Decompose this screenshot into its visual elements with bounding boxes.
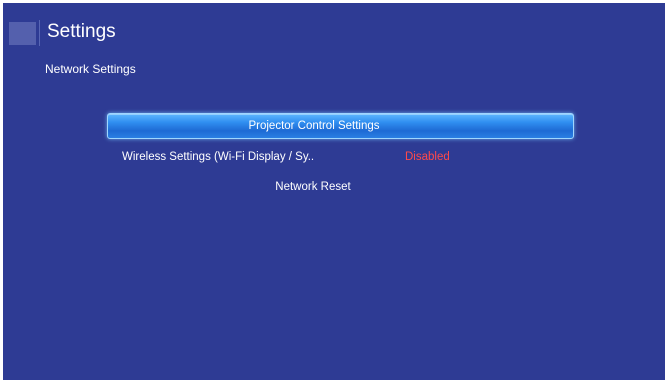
settings-menu: Projector Control Settings Wireless Sett… <box>107 113 574 205</box>
menu-item-wireless-settings[interactable]: Wireless Settings (Wi-Fi Display / Sy.. … <box>107 145 574 169</box>
menu-item-network-reset[interactable]: Network Reset <box>107 175 574 199</box>
section-subtitle: Network Settings <box>45 62 136 76</box>
menu-item-projector-control-settings[interactable]: Projector Control Settings <box>107 113 574 139</box>
menu-item-label: Network Reset <box>275 181 351 193</box>
wireless-status-value: Disabled <box>405 151 450 163</box>
menu-item-label: Wireless Settings (Wi-Fi Display / Sy.. <box>122 151 315 163</box>
page-title: Settings <box>47 21 116 42</box>
settings-screen: Settings Network Settings Projector Cont… <box>3 3 665 380</box>
menu-item-label: Projector Control Settings <box>248 120 380 132</box>
settings-app-icon <box>9 22 36 45</box>
title-divider <box>39 20 40 46</box>
